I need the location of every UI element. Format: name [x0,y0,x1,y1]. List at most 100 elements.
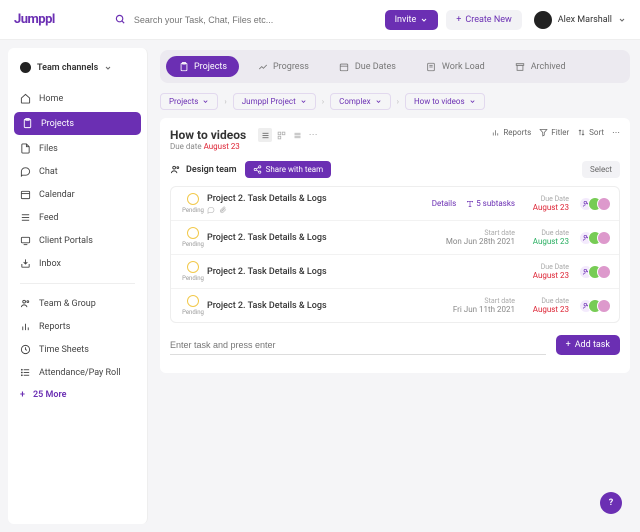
page-title: How to videos [170,128,246,142]
attachment-icon [219,206,227,214]
search[interactable] [115,14,385,25]
sidebar-item-label: Team & Group [39,299,96,309]
user-menu[interactable]: Alex Marshall [534,11,626,29]
users-icon [20,298,31,309]
logo: Jumppl [14,12,55,27]
view-board-icon[interactable] [274,128,288,142]
feed-icon [20,212,31,223]
main: Projects Progress Due Dates Work Load Ar… [156,40,640,532]
due-value: August 23 [525,237,569,246]
tab-archived[interactable]: Archived [503,56,578,77]
task-title: Project 2. Task Details & Logs [207,233,327,243]
more-icon[interactable]: ⋯ [306,128,320,142]
new-task-input[interactable] [170,336,546,355]
filter-button[interactable]: Fitler [539,128,569,137]
plus-icon: + [566,340,571,350]
view-compact-icon[interactable] [290,128,304,142]
select-button[interactable]: Select [582,161,620,178]
task-list: Pending Project 2. Task Details & Logs D… [170,186,620,323]
task-row[interactable]: Pending Project 2. Task Details & Logs S… [171,221,619,255]
tab-projects[interactable]: Projects [166,56,239,77]
status-label: Pending [179,275,207,282]
view-list-icon[interactable] [258,128,272,142]
chevron-right-icon: › [397,97,399,106]
archive-icon [515,61,526,72]
status-ring-icon [187,295,199,307]
chevron-right-icon: › [224,97,226,106]
comment-icon [207,206,215,214]
tab-due-dates[interactable]: Due Dates [327,56,408,77]
clock-icon [20,344,31,355]
sidebar-item-team-group[interactable]: Team & Group [8,292,147,315]
team-switcher[interactable]: Team channels [8,62,147,73]
due-value: August 23 [525,271,569,280]
plus-icon: + [456,15,461,25]
bar-chart-icon [20,321,31,332]
avatar [597,299,611,313]
view-toggles: ⋯ [258,128,320,142]
sidebar-item-label: Attendance/Pay Roll [39,368,121,378]
start-value: Fri Jun 11th 2021 [453,305,515,314]
subtasks-link[interactable]: 5 subtasks [466,199,515,208]
tab-workload[interactable]: Work Load [414,56,497,77]
assignees[interactable] [579,231,611,245]
assignees[interactable] [579,265,611,279]
start-value: Mon Jun 28th 2021 [446,237,515,246]
avatar [534,11,552,29]
sidebar-item-inbox[interactable]: Inbox [8,252,147,275]
status-ring-icon [187,193,199,205]
sidebar-item-label: Chat [39,167,58,177]
task-row[interactable]: Pending Project 2. Task Details & Logs S… [171,289,619,322]
sidebar-item-feed[interactable]: Feed [8,206,147,229]
assignees[interactable] [579,197,611,211]
list-icon [20,367,31,378]
sidebar-item-files[interactable]: Files [8,137,147,160]
sidebar-item-attendance[interactable]: Attendance/Pay Roll [8,361,147,384]
due-value: August 23 [525,203,569,212]
task-row[interactable]: Pending Project 2. Task Details & Logs D… [171,255,619,289]
avatar [597,197,611,211]
sidebar-item-chat[interactable]: Chat [8,160,147,183]
sidebar-item-label: Home [39,94,63,104]
breadcrumb[interactable]: Complex [330,93,390,110]
clipboard-icon [178,61,189,72]
breadcrumb[interactable]: How to videos [405,93,485,110]
sidebar-item-label: Projects [41,119,74,129]
sidebar-item-reports[interactable]: Reports [8,315,147,338]
sidebar-more[interactable]: + 25 More [8,384,147,406]
task-row[interactable]: Pending Project 2. Task Details & Logs D… [171,187,619,221]
due-date: Due date August 23 [170,142,246,151]
breadcrumb[interactable]: Projects [160,93,218,110]
avatar [597,231,611,245]
details-link[interactable]: Details [432,199,456,208]
status-label: Pending [179,309,207,316]
sidebar-item-calendar[interactable]: Calendar [8,183,147,206]
file-icon [20,143,31,154]
more-button[interactable]: ⋯ [612,128,620,137]
sidebar-item-timesheets[interactable]: Time Sheets [8,338,147,361]
sidebar-item-client-portals[interactable]: Client Portals [8,229,147,252]
divider [20,283,135,284]
sidebar-item-home[interactable]: Home [8,87,147,110]
assignees[interactable] [579,299,611,313]
tab-progress[interactable]: Progress [245,56,321,77]
share-button[interactable]: Share with team [245,161,332,178]
progress-icon [257,61,268,72]
reports-button[interactable]: Reports [491,128,531,137]
search-input[interactable] [134,15,385,25]
breadcrumbs: Projects › Jumppl Project › Complex › Ho… [160,93,630,110]
team-label: Design team [170,164,237,175]
task-title: Project 2. Task Details & Logs [207,267,327,277]
help-fab[interactable]: ? [600,492,622,514]
sidebar-item-projects[interactable]: Projects [14,112,141,135]
team-avatar [20,62,31,73]
invite-button[interactable]: Invite [385,10,439,30]
sidebar-item-label: Feed [39,213,59,223]
breadcrumb[interactable]: Jumppl Project [233,93,316,110]
create-new-button[interactable]: + Create New [446,10,522,30]
sort-button[interactable]: Sort [577,128,604,137]
add-task-button[interactable]: + Add task [556,335,620,355]
chevron-right-icon: › [322,97,324,106]
plus-icon: + [20,390,25,400]
calendar-icon [339,61,350,72]
